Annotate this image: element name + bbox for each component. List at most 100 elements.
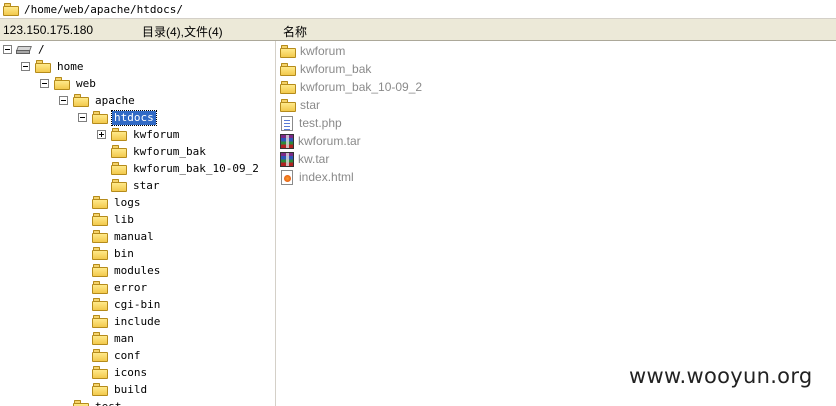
- tree-node-htdocs[interactable]: htdocs: [92, 109, 157, 126]
- tree-node-label: logs: [114, 195, 141, 209]
- watermark: www.wooyun.org: [629, 364, 813, 388]
- folder-icon: [92, 213, 108, 226]
- file-name: kwforum.tar: [298, 134, 361, 148]
- tree-node-label: web: [76, 76, 96, 90]
- tree-node-conf[interactable]: conf: [92, 347, 143, 364]
- tree-node-label: cgi-bin: [114, 297, 161, 311]
- name-column-header[interactable]: 名称: [283, 23, 307, 40]
- collapse-icon[interactable]: [40, 79, 49, 88]
- tree-node-label: /: [38, 42, 45, 56]
- list-item[interactable]: kwforum: [280, 42, 345, 60]
- tree-node-test[interactable]: test: [73, 398, 124, 406]
- tree-node-label: include: [114, 314, 161, 328]
- tree-node-label: bin: [114, 246, 134, 260]
- tree-node-label: test: [95, 399, 122, 406]
- tree-node-label: home: [57, 59, 84, 73]
- file-name: index.html: [299, 170, 354, 184]
- tree-node-kwforum[interactable]: kwforum: [111, 126, 181, 143]
- list-item[interactable]: test.php: [280, 114, 342, 132]
- folder-icon: [111, 128, 127, 141]
- tree-node-label: man: [114, 331, 134, 345]
- folder-icon: [280, 44, 296, 58]
- tree-node-label: apache: [95, 93, 135, 107]
- tree-node-label: modules: [114, 263, 161, 277]
- folder-icon: [73, 94, 89, 107]
- tree-node-kwforum-bak-10-09-2[interactable]: kwforum_bak_10-09_2: [111, 160, 261, 177]
- file-name: kwforum: [300, 44, 346, 58]
- folder-icon: [92, 298, 108, 311]
- tree-node-modules[interactable]: modules: [92, 262, 162, 279]
- tree-node-label: kwforum_bak: [133, 144, 206, 158]
- tree-node-label: kwforum_bak_10-09_2: [133, 161, 259, 175]
- tree-node-error[interactable]: error: [92, 279, 149, 296]
- open-folder-icon: [92, 111, 108, 124]
- list-item[interactable]: star: [280, 96, 320, 114]
- tree-node-manual[interactable]: manual: [92, 228, 156, 245]
- tree-node-label: kwforum: [133, 127, 180, 141]
- file-name: star: [300, 98, 321, 112]
- folder-icon: [280, 80, 296, 94]
- list-item[interactable]: kwforum_bak_10-09_2: [280, 78, 422, 96]
- tree-node-logs[interactable]: logs: [92, 194, 143, 211]
- tree-node-icons[interactable]: icons: [92, 364, 149, 381]
- folder-icon: [92, 247, 108, 260]
- tree-node-man[interactable]: man: [92, 330, 136, 347]
- folder-icon: [280, 98, 296, 112]
- folder-icon: [92, 383, 108, 396]
- tree-node-root[interactable]: /: [16, 41, 47, 58]
- tree-node-build[interactable]: build: [92, 381, 149, 398]
- tree-node-label: manual: [114, 229, 154, 243]
- tree-node-home[interactable]: home: [35, 58, 86, 75]
- drive-icon: [16, 44, 32, 56]
- file-name: test.php: [299, 116, 342, 130]
- tree-node-label: build: [114, 382, 148, 396]
- file-name: kwforum_bak_10-09_2: [300, 80, 423, 94]
- folder-icon: [92, 349, 108, 362]
- list-item[interactable]: kwforum_bak: [280, 60, 371, 78]
- folder-icon: [111, 145, 127, 158]
- list-item[interactable]: index.html: [280, 168, 354, 186]
- folder-icon: [92, 264, 108, 277]
- folder-icon: [54, 77, 70, 90]
- tree-node-star[interactable]: star: [111, 177, 162, 194]
- folder-icon: [280, 62, 296, 76]
- tree-node-bin[interactable]: bin: [92, 245, 136, 262]
- tree-node-label: error: [114, 280, 148, 294]
- item-counts: 目录(4),文件(4): [142, 25, 223, 39]
- folder-icon: [111, 179, 127, 192]
- tree-node-include[interactable]: include: [92, 313, 162, 330]
- file-list[interactable]: kwforum kwforum_bak kwforum_bak_10-09_2 …: [277, 41, 836, 406]
- folder-icon: [92, 332, 108, 345]
- tree-node-label: icons: [114, 365, 148, 379]
- list-item[interactable]: kwforum.tar: [280, 132, 361, 150]
- list-item[interactable]: kw.tar: [280, 150, 329, 168]
- tree-node-cgi-bin[interactable]: cgi-bin: [92, 296, 162, 313]
- tree-node-kwforum-bak[interactable]: kwforum_bak: [111, 143, 208, 160]
- current-path: /home/web/apache/htdocs/: [24, 2, 183, 16]
- archive-icon: [280, 151, 294, 167]
- collapse-icon[interactable]: [78, 113, 87, 122]
- folder-icon: [92, 196, 108, 209]
- directory-tree[interactable]: / home web apache htdocs kwforum kwforum…: [0, 41, 276, 406]
- path-bar: /home/web/apache/htdocs/: [0, 0, 836, 18]
- collapse-icon[interactable]: [59, 96, 68, 105]
- column-header-bar: 123.150.175.180 目录(4),文件(4) 名称: [0, 18, 836, 41]
- tree-node-apache[interactable]: apache: [73, 92, 137, 109]
- collapse-icon[interactable]: [21, 62, 30, 71]
- html-file-icon: [281, 169, 293, 185]
- folder-icon: [92, 281, 108, 294]
- tree-node-label-selected: htdocs: [111, 109, 157, 126]
- tree-node-lib[interactable]: lib: [92, 211, 136, 228]
- tree-node-label: star: [133, 178, 160, 192]
- file-name: kwforum_bak: [300, 62, 372, 76]
- expand-icon[interactable]: [97, 130, 106, 139]
- folder-icon: [73, 400, 89, 406]
- tree-node-label: lib: [114, 212, 134, 226]
- folder-icon: [92, 315, 108, 328]
- folder-icon: [92, 230, 108, 243]
- php-file-icon: [281, 115, 293, 131]
- tree-node-web[interactable]: web: [54, 75, 98, 92]
- collapse-icon[interactable]: [3, 45, 12, 54]
- server-ip: 123.150.175.180: [3, 23, 94, 37]
- folder-icon: [111, 162, 127, 175]
